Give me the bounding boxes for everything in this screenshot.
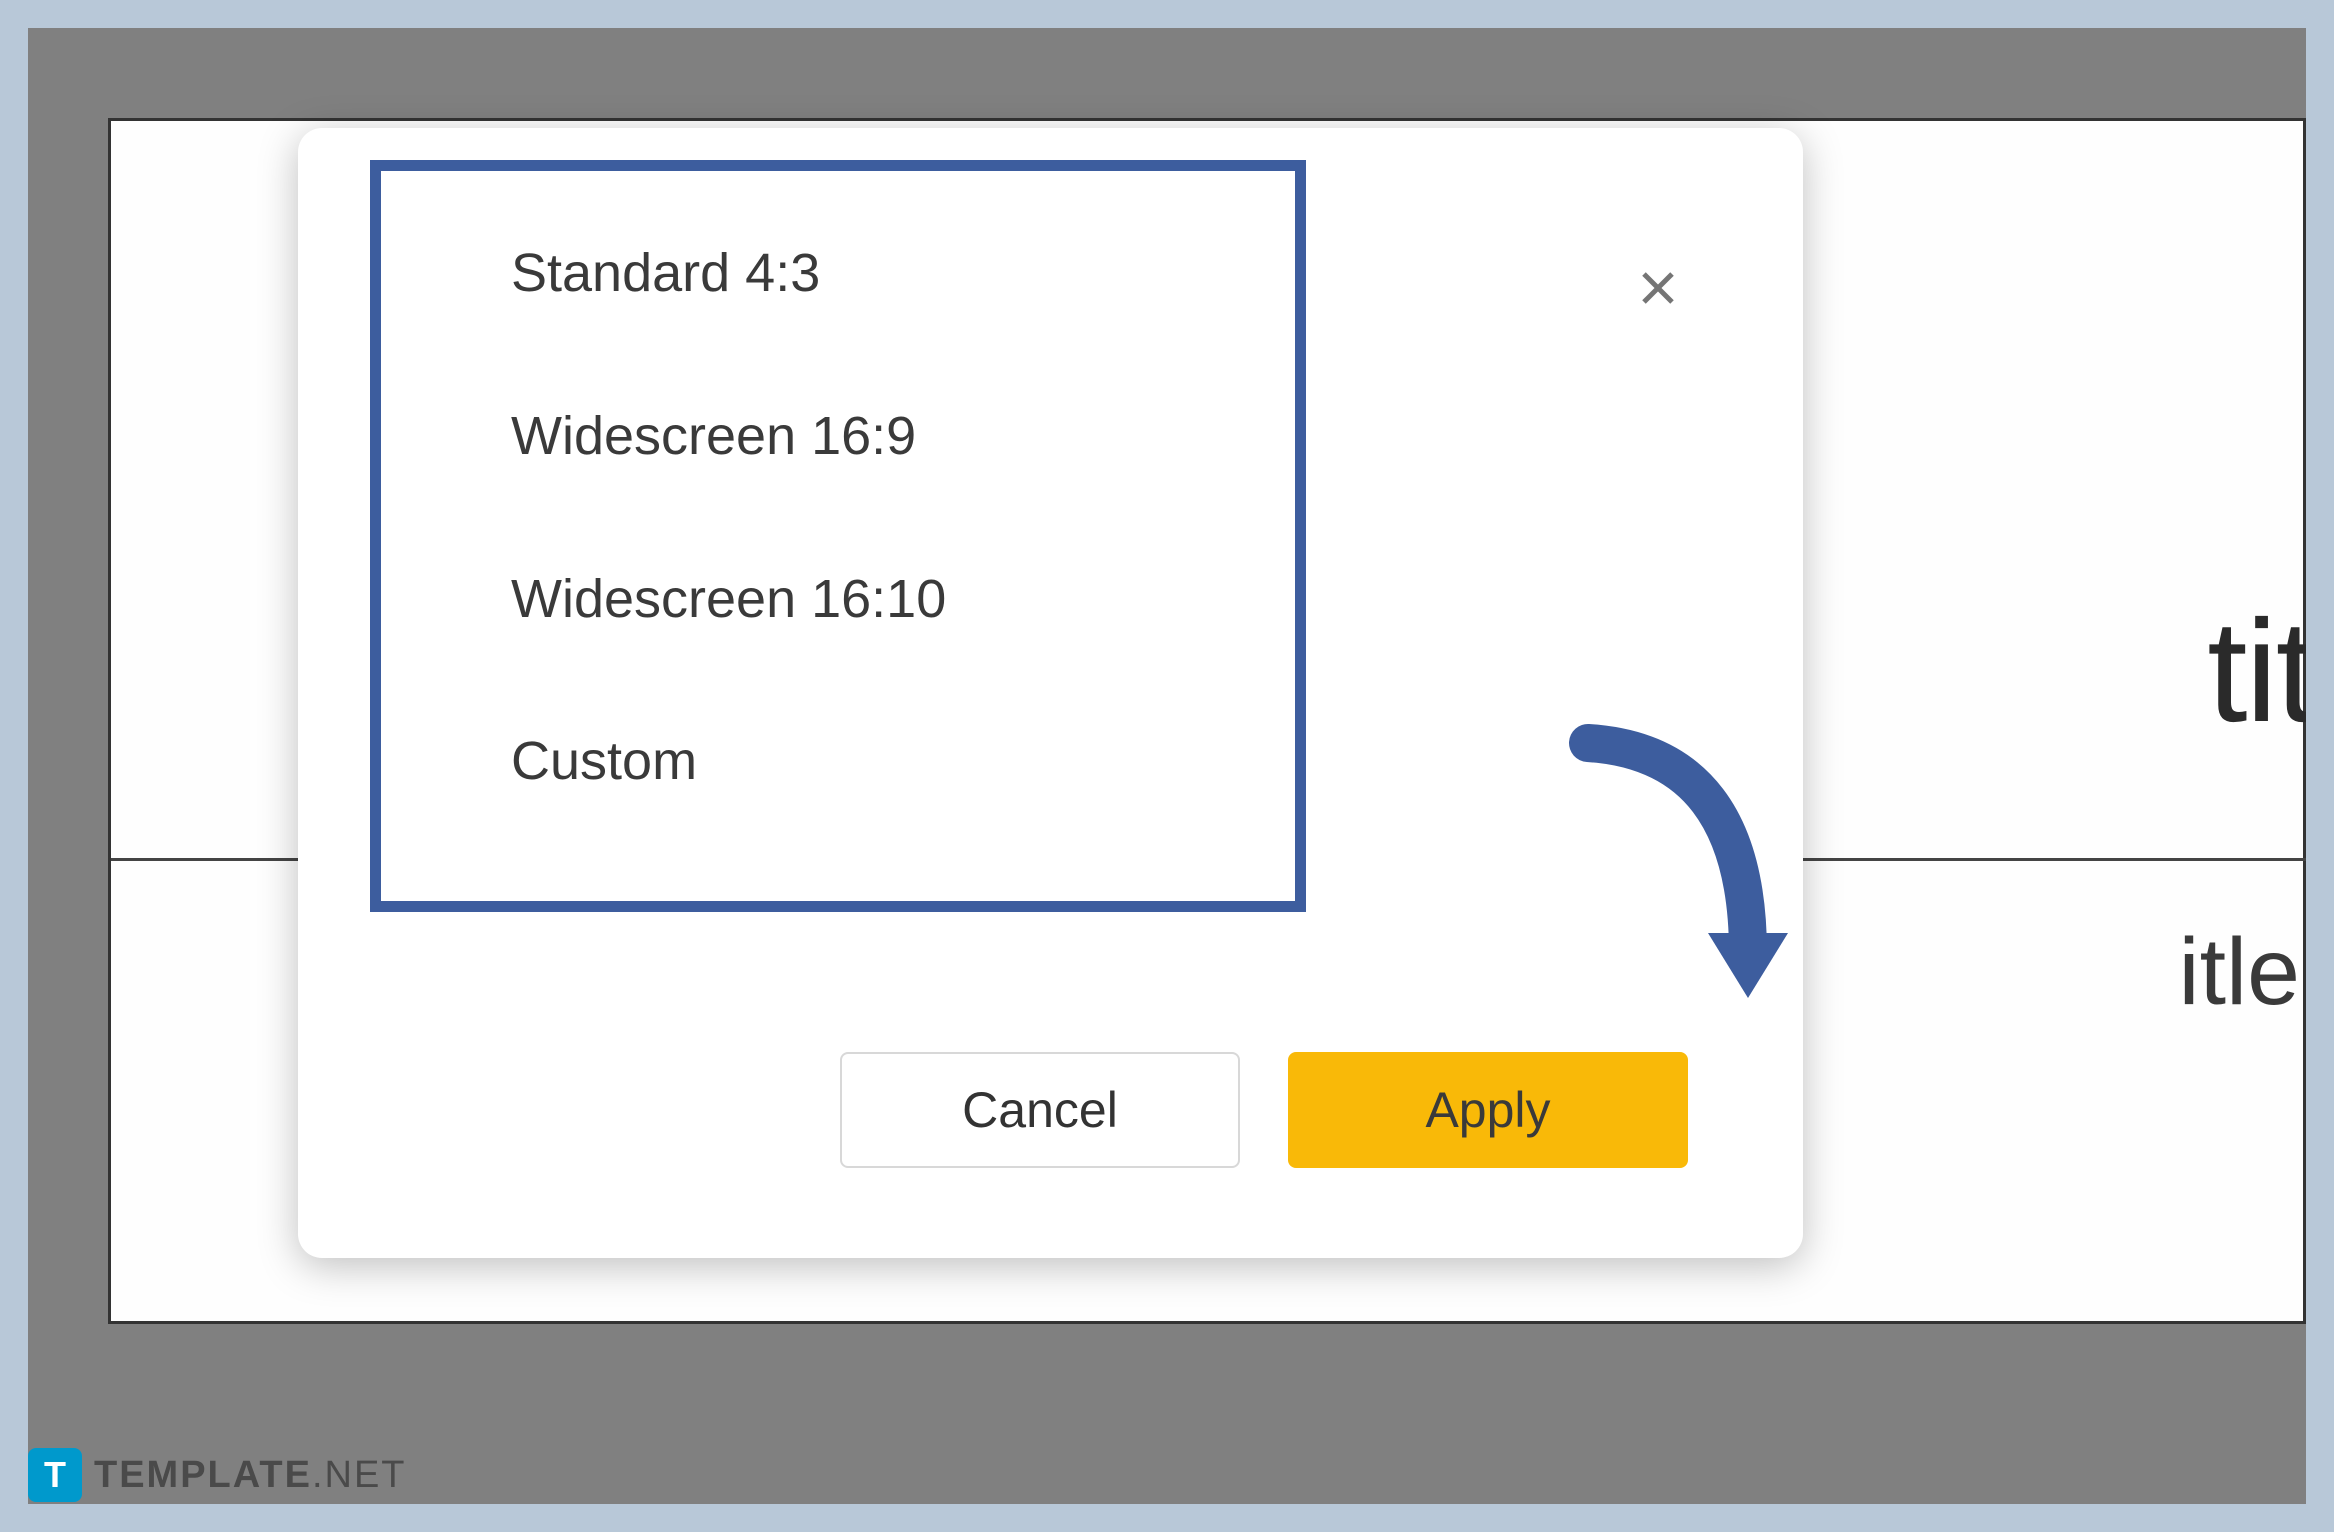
- watermark: T TEMPLATE.NET: [28, 1448, 407, 1502]
- option-custom[interactable]: Custom: [511, 729, 1165, 794]
- close-icon: [1634, 264, 1682, 312]
- dimmed-background: tit itle Standard 4:3 Widescreen 16:9 Wi…: [28, 28, 2306, 1504]
- watermark-brand-light: .NET: [312, 1454, 407, 1496]
- dialog-button-row: Cancel Apply: [840, 1052, 1688, 1168]
- option-widescreen-16-10[interactable]: Widescreen 16:10: [511, 567, 1165, 632]
- watermark-brand-bold: TEMPLATE: [94, 1454, 312, 1496]
- option-widescreen-16-9[interactable]: Widescreen 16:9: [511, 404, 1165, 469]
- apply-button[interactable]: Apply: [1288, 1052, 1688, 1168]
- watermark-text: TEMPLATE.NET: [94, 1454, 407, 1497]
- slide-subtitle-placeholder: itle: [2179, 918, 2300, 1027]
- arrow-annotation-icon: [1568, 723, 1808, 1033]
- slide-title-placeholder: tit: [2207, 588, 2306, 755]
- aspect-ratio-options-highlight: Standard 4:3 Widescreen 16:9 Widescreen …: [370, 160, 1306, 912]
- option-standard-4-3[interactable]: Standard 4:3: [511, 241, 1165, 306]
- cancel-button[interactable]: Cancel: [840, 1052, 1240, 1168]
- close-button[interactable]: [1628, 258, 1688, 318]
- watermark-logo-icon: T: [28, 1448, 82, 1502]
- page-setup-dialog: Standard 4:3 Widescreen 16:9 Widescreen …: [298, 128, 1803, 1258]
